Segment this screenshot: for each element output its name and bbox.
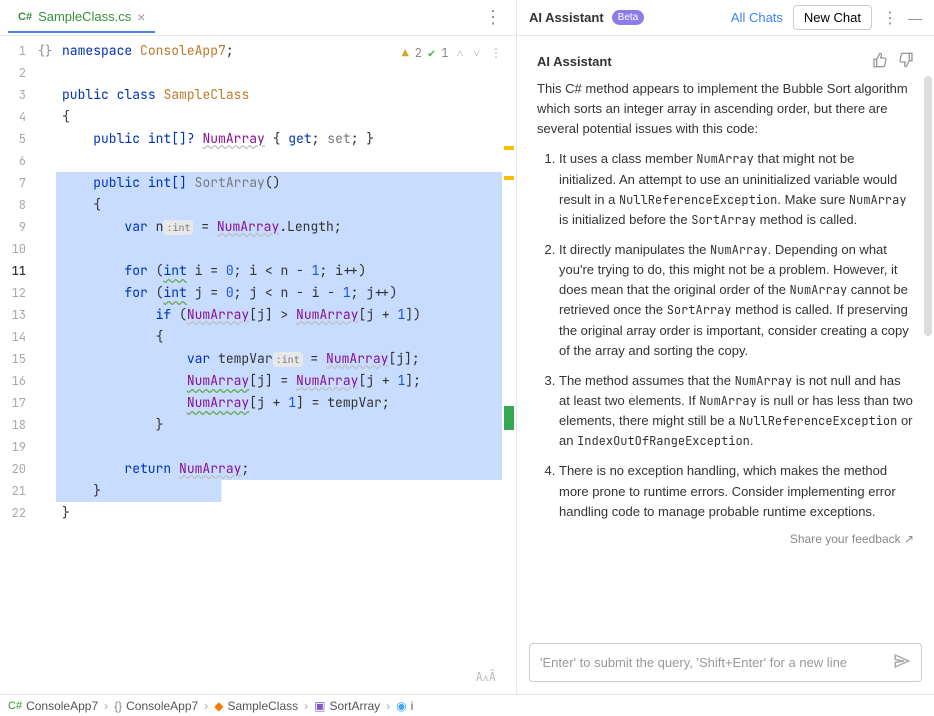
all-chats-link[interactable]: All Chats <box>731 10 783 25</box>
breadcrumb-separator: › <box>104 699 108 713</box>
change-marker[interactable] <box>504 406 514 430</box>
breadcrumb-separator: › <box>304 699 308 713</box>
line-number[interactable]: 2 <box>0 62 26 84</box>
ai-message-title: AI Assistant <box>537 54 612 69</box>
breadcrumb-item[interactable]: ◉i <box>396 699 413 713</box>
ai-point: There is no exception handling, which ma… <box>559 461 914 521</box>
beta-badge: Beta <box>612 10 645 25</box>
line-number[interactable]: 17 <box>0 392 26 414</box>
ai-title: AI Assistant <box>529 10 604 25</box>
pass-count: 1 <box>441 42 448 64</box>
line-number[interactable]: 13 <box>0 304 26 326</box>
send-icon[interactable] <box>893 652 911 673</box>
line-number[interactable]: 11 <box>0 260 26 282</box>
close-tab-icon[interactable]: × <box>137 9 145 25</box>
breadcrumb-item[interactable]: {} ConsoleApp7 <box>114 699 198 713</box>
line-number[interactable]: 22 <box>0 502 26 524</box>
line-number[interactable]: 3 <box>0 84 26 106</box>
breadcrumb-item[interactable]: ▣ SortArray <box>314 699 380 713</box>
ai-input[interactable] <box>529 643 922 682</box>
scrollbar[interactable] <box>924 76 932 336</box>
breadcrumb-item[interactable]: ◆ SampleClass <box>214 699 298 713</box>
line-number[interactable]: 1 <box>0 40 26 62</box>
line-number[interactable]: 6 <box>0 150 26 172</box>
meth-icon: ▣ <box>314 699 325 713</box>
editor-tab-bar: C# SampleClass.cs × ⋮ <box>0 0 516 36</box>
line-number[interactable]: 16 <box>0 370 26 392</box>
line-number[interactable]: 14 <box>0 326 26 348</box>
warning-count: 2 <box>415 42 422 64</box>
ai-message-body: This C# method appears to implement the … <box>537 79 914 522</box>
chevron-up-icon[interactable]: ˄ <box>454 42 465 64</box>
ns-icon: {} <box>114 699 122 713</box>
breadcrumb-item[interactable]: C# ConsoleApp7 <box>8 699 98 713</box>
ai-point: It directly manipulates the NumArray. De… <box>559 240 914 361</box>
hide-panel-icon[interactable]: — <box>908 10 922 26</box>
warning-icon: ▲ <box>402 42 409 64</box>
fold-brace-icon: {} <box>38 40 52 62</box>
line-number[interactable]: 19 <box>0 436 26 458</box>
csharp-icon: C# <box>18 11 32 23</box>
breadcrumb-separator: › <box>386 699 390 713</box>
line-number[interactable]: 5 <box>0 128 26 150</box>
new-chat-button[interactable]: New Chat <box>793 5 872 30</box>
line-number[interactable]: 4 <box>0 106 26 128</box>
line-number[interactable]: 20 <box>0 458 26 480</box>
breadcrumb: C# ConsoleApp7 › {} ConsoleApp7 › ◆ SampleClass… <box>0 694 934 716</box>
thumbs-down-icon[interactable] <box>898 52 914 71</box>
ai-input-field[interactable] <box>540 655 893 670</box>
cls-icon: ◆ <box>214 699 223 713</box>
editor-tab[interactable]: C# SampleClass.cs × <box>8 3 155 33</box>
line-number[interactable]: 21 <box>0 480 26 502</box>
line-number[interactable]: 15 <box>0 348 26 370</box>
warning-marker[interactable] <box>504 176 514 180</box>
breadcrumb-separator: › <box>204 699 208 713</box>
ai-menu-icon[interactable]: ⋮ <box>882 8 898 28</box>
fold-column: {} <box>34 36 56 694</box>
fld-icon: ◉ <box>396 699 406 713</box>
line-number[interactable]: 9 <box>0 216 26 238</box>
proj-icon: C# <box>8 700 22 712</box>
ai-point: The method assumes that the NumArray is … <box>559 371 914 452</box>
line-gutter: 12345678910111213141516171819202122 <box>0 36 34 694</box>
editor-body: 12345678910111213141516171819202122 {} ▲… <box>0 36 516 694</box>
editor-pane: C# SampleClass.cs × ⋮ 123456789101112131… <box>0 0 517 694</box>
ai-point: It uses a class member NumArray that mig… <box>559 149 914 230</box>
hints-icons: AᴀÂ <box>476 666 496 688</box>
error-stripe[interactable] <box>502 36 516 694</box>
ai-intro: This C# method appears to implement the … <box>537 79 914 139</box>
share-feedback-link[interactable]: Share your feedback ↗ <box>537 532 914 546</box>
chevron-down-icon[interactable]: ˅ <box>471 42 482 64</box>
breadcrumb-label: SortArray <box>329 699 380 713</box>
ai-content: AI Assistant This C# method appears to i… <box>517 36 934 635</box>
inspection-widget[interactable]: ▲2 ✔1 ˄ ˅ ⋮ <box>402 42 504 64</box>
check-icon: ✔ <box>428 42 435 64</box>
line-number[interactable]: 7 <box>0 172 26 194</box>
line-number[interactable]: 10 <box>0 238 26 260</box>
tab-filename: SampleClass.cs <box>38 9 131 24</box>
line-number[interactable]: 8 <box>0 194 26 216</box>
ai-header: AI Assistant Beta All Chats New Chat ⋮ — <box>517 0 934 36</box>
line-number[interactable]: 12 <box>0 282 26 304</box>
ai-input-row <box>517 635 934 694</box>
code-area[interactable]: ▲2 ✔1 ˄ ˅ ⋮ namespace ConsoleApp7; publi… <box>56 36 516 694</box>
breadcrumb-label: i <box>411 699 414 713</box>
thumbs-up-icon[interactable] <box>872 52 888 71</box>
line-number[interactable]: 18 <box>0 414 26 436</box>
breadcrumb-label: SampleClass <box>227 699 298 713</box>
breadcrumb-label: ConsoleApp7 <box>26 699 98 713</box>
ai-assistant-pane: AI Assistant Beta All Chats New Chat ⋮ —… <box>517 0 934 694</box>
tab-menu-icon[interactable]: ⋮ <box>478 7 508 28</box>
breadcrumb-label: ConsoleApp7 <box>126 699 198 713</box>
warning-marker[interactable] <box>504 146 514 150</box>
